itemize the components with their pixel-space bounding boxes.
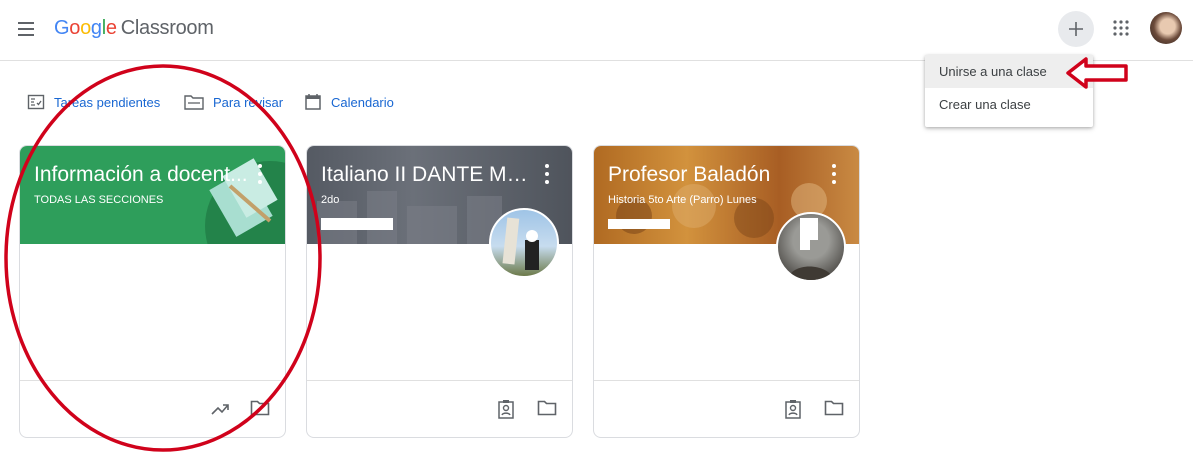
calendar-link[interactable]: Calendario (304, 88, 394, 116)
create-class-menu-item[interactable]: Crear una clase (925, 88, 1093, 121)
folder-icon[interactable] (537, 399, 557, 417)
redacted-teacher-name (321, 218, 393, 230)
google-classroom-logo[interactable]: Google Classroom (54, 17, 214, 40)
trending-up-icon[interactable] (210, 399, 230, 419)
teacher-avatar[interactable] (489, 208, 559, 278)
class-card-italiano[interactable]: Italiano II DANTE MER... 2do (306, 145, 573, 438)
card-more-options-icon[interactable] (541, 162, 553, 186)
teacher-avatar[interactable] (776, 212, 846, 282)
card-title[interactable]: Italiano II DANTE MER... (321, 163, 536, 187)
card-more-options-icon[interactable] (828, 162, 840, 186)
annotation-arrow-icon (1066, 57, 1128, 89)
to-review-link[interactable]: Para revisar (184, 88, 283, 116)
card-banner: Información a docent... TODAS LAS SECCIO… (20, 146, 285, 244)
card-title[interactable]: Profesor Baladón (608, 163, 770, 187)
card-footer (307, 380, 572, 437)
class-card-info-docentes[interactable]: Información a docent... TODAS LAS SECCIO… (19, 145, 286, 438)
folder-review-icon (184, 95, 204, 110)
card-footer (20, 380, 285, 437)
todo-link[interactable]: Tareas pendientes (27, 88, 160, 116)
card-title[interactable]: Información a docent... (34, 163, 248, 187)
calendar-icon (305, 94, 321, 110)
calendar-label: Calendario (331, 94, 394, 110)
card-subtitle: TODAS LAS SECCIONES (34, 194, 164, 206)
leaning-tower-icon (502, 217, 539, 270)
folder-icon[interactable] (824, 399, 844, 417)
main-menu-icon[interactable] (17, 21, 37, 37)
card-subtitle: 2do (321, 194, 340, 206)
account-avatar[interactable] (1150, 12, 1182, 44)
assignment-ind-icon[interactable] (784, 399, 802, 419)
create-join-button[interactable] (1058, 11, 1094, 47)
card-more-options-icon[interactable] (254, 162, 266, 186)
assignment-ind-icon[interactable] (497, 399, 515, 419)
todo-label: Tareas pendientes (54, 94, 161, 110)
card-footer (594, 380, 859, 437)
google-apps-icon[interactable] (1113, 20, 1129, 41)
app-header: Google Classroom (0, 0, 1193, 61)
checklist-icon (27, 94, 45, 110)
to-review-label: Para revisar (213, 94, 284, 110)
redacted-teacher-name (608, 219, 670, 229)
folder-icon[interactable] (250, 399, 270, 417)
card-subtitle: Historia 5to Arte (Parro) Lunes (608, 194, 757, 206)
plus-icon (1069, 22, 1083, 36)
teacher-photo-icon (788, 218, 834, 280)
class-card-profesor-baladon[interactable]: Profesor Baladón Historia 5to Arte (Parr… (593, 145, 860, 438)
